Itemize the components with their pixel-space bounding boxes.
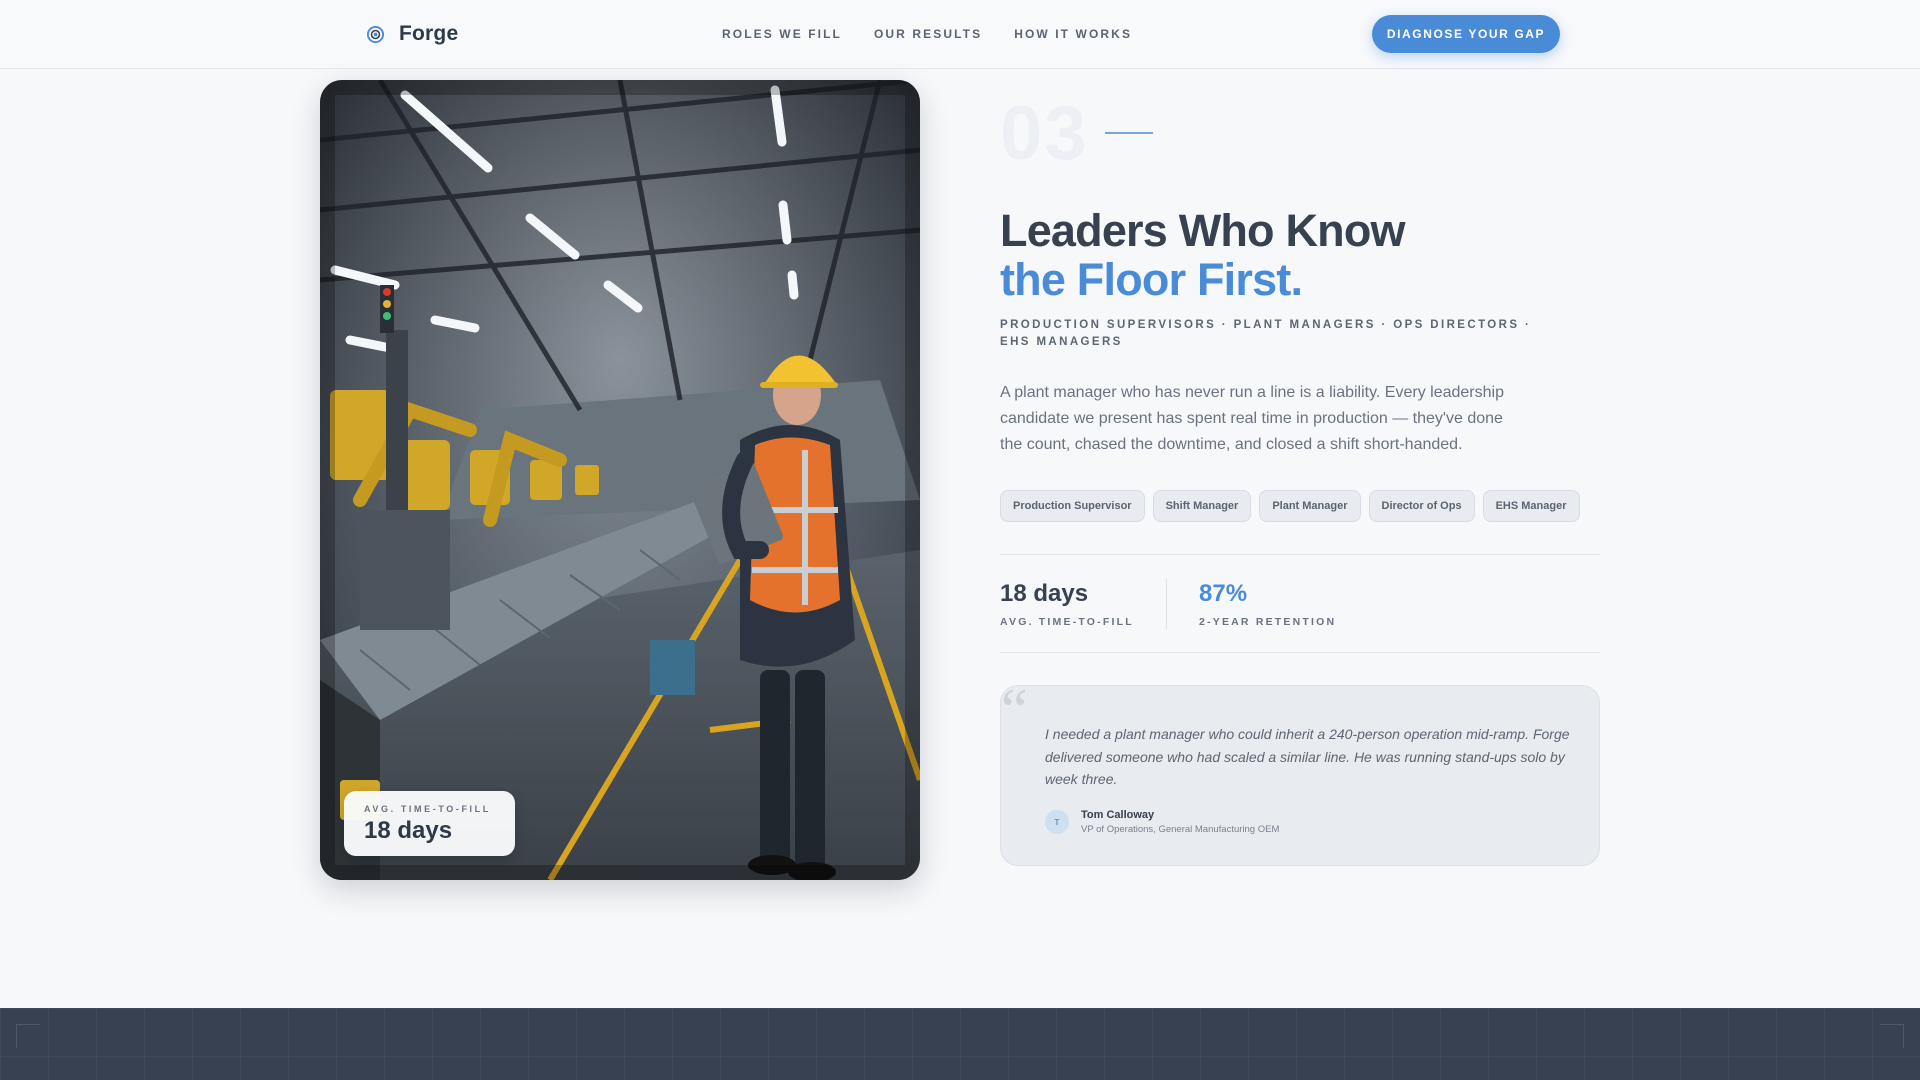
stats-divider-bottom: [1000, 652, 1600, 653]
testimonial-card: “ I needed a plant manager who could inh…: [1000, 680, 1600, 866]
author-name: Tom Calloway: [1081, 809, 1155, 821]
stats-divider-top: [1000, 554, 1600, 555]
corner-bracket-icon: [1880, 1024, 1904, 1048]
badge-value: 18 days: [364, 817, 453, 844]
tag-ehs-manager[interactable]: EHS Manager: [1482, 490, 1580, 522]
brand-link[interactable]: Forge: [366, 22, 458, 46]
stat-value: 18 days: [1000, 580, 1089, 607]
headline-line-1: Leaders Who Know: [1000, 205, 1406, 256]
tag-shift-manager[interactable]: Shift Manager: [1152, 490, 1252, 522]
tag-production-supervisor[interactable]: Production Supervisor: [1000, 490, 1145, 522]
stat-value: 87%: [1199, 580, 1248, 607]
time-to-fill-badge: AVG. TIME-TO-FILL 18 days: [344, 791, 515, 856]
testimonial-author: T Tom Calloway VP of Operations, General…: [1045, 809, 1279, 835]
section-number-rule: [1105, 132, 1153, 134]
stat-separator: [1166, 579, 1167, 629]
section-headline: Leaders Who Know the Floor First.: [1000, 205, 1406, 305]
author-role: VP of Operations, General Manufacturing …: [1081, 824, 1280, 835]
diagnose-gap-button[interactable]: DIAGNOSE YOUR GAP: [1372, 15, 1560, 53]
stat-label: AVG. TIME-TO-FILL: [1000, 616, 1134, 628]
author-avatar: T: [1045, 810, 1069, 834]
stat-label: 2-YEAR RETENTION: [1199, 616, 1337, 628]
forge-logo-icon: [366, 25, 385, 43]
nav-links: ROLES WE FILL OUR RESULTS HOW IT WORKS: [722, 27, 1132, 41]
stat-retention: 87% 2-YEAR RETENTION: [1199, 580, 1336, 628]
tag-director-of-ops[interactable]: Director of Ops: [1368, 490, 1475, 522]
section-number: 03: [1000, 91, 1089, 176]
nav-link-how-it-works[interactable]: HOW IT WORKS: [1014, 27, 1132, 41]
badge-label: AVG. TIME-TO-FILL: [364, 804, 491, 814]
stat-time-to-fill: 18 days AVG. TIME-TO-FILL: [1000, 580, 1134, 628]
section-description: A plant manager who has never run a line…: [1000, 384, 1504, 453]
roles-eyebrow: PRODUCTION SUPERVISORS · PLANT MANAGERS …: [1000, 319, 1532, 348]
factory-floor-image: [320, 80, 920, 880]
nav-link-results[interactable]: OUR RESULTS: [874, 27, 982, 41]
dark-section-band: [0, 1008, 1920, 1080]
corner-bracket-icon: [16, 1024, 40, 1048]
headline-line-2: the Floor First.: [1000, 254, 1303, 305]
nav-link-roles[interactable]: ROLES WE FILL: [722, 27, 842, 41]
factory-photo-card: AVG. TIME-TO-FILL 18 days: [320, 80, 920, 880]
top-nav: Forge ROLES WE FILL OUR RESULTS HOW IT W…: [0, 0, 1920, 69]
brand-name: Forge: [399, 22, 459, 45]
tag-plant-manager[interactable]: Plant Manager: [1259, 490, 1361, 522]
role-tags: Production Supervisor Shift Manager Plan…: [1000, 490, 1580, 522]
quote-mark-icon: “: [1001, 677, 1028, 743]
testimonial-quote: I needed a plant manager who could inher…: [1045, 726, 1570, 787]
